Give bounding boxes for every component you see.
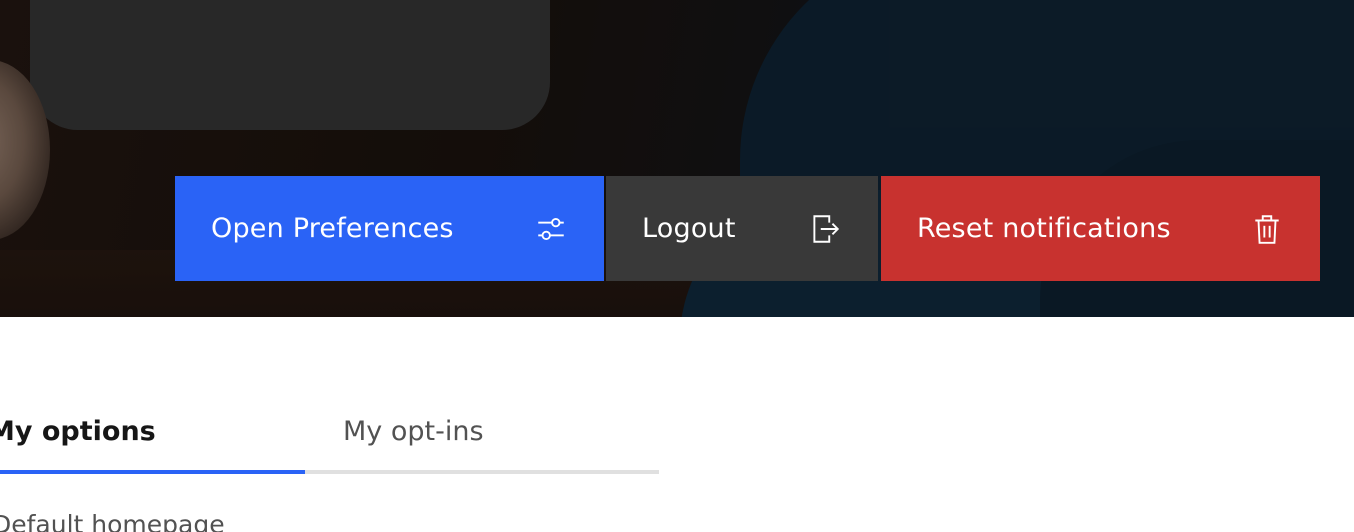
tab-my-options-label: My options — [0, 416, 156, 447]
trash-icon — [1250, 212, 1284, 246]
reset-notifications-button[interactable]: Reset notifications — [881, 176, 1320, 281]
open-preferences-button[interactable]: Open Preferences — [175, 176, 604, 281]
reset-notifications-label: Reset notifications — [917, 213, 1171, 244]
logout-label: Logout — [642, 213, 736, 244]
tab-my-opt-ins-label: My opt-ins — [343, 416, 484, 447]
page: Open Preferences Logout Reset notificati… — [0, 0, 1354, 532]
open-preferences-label: Open Preferences — [211, 213, 454, 244]
logout-icon — [808, 212, 842, 246]
sliders-icon — [534, 212, 568, 246]
default-homepage-label: Default homepage — [0, 510, 225, 532]
tab-my-options[interactable]: My options — [0, 396, 305, 474]
tab-my-opt-ins[interactable]: My opt-ins — [305, 396, 659, 474]
logout-button[interactable]: Logout — [606, 176, 878, 281]
tab-list: My options My opt-ins — [0, 396, 659, 474]
